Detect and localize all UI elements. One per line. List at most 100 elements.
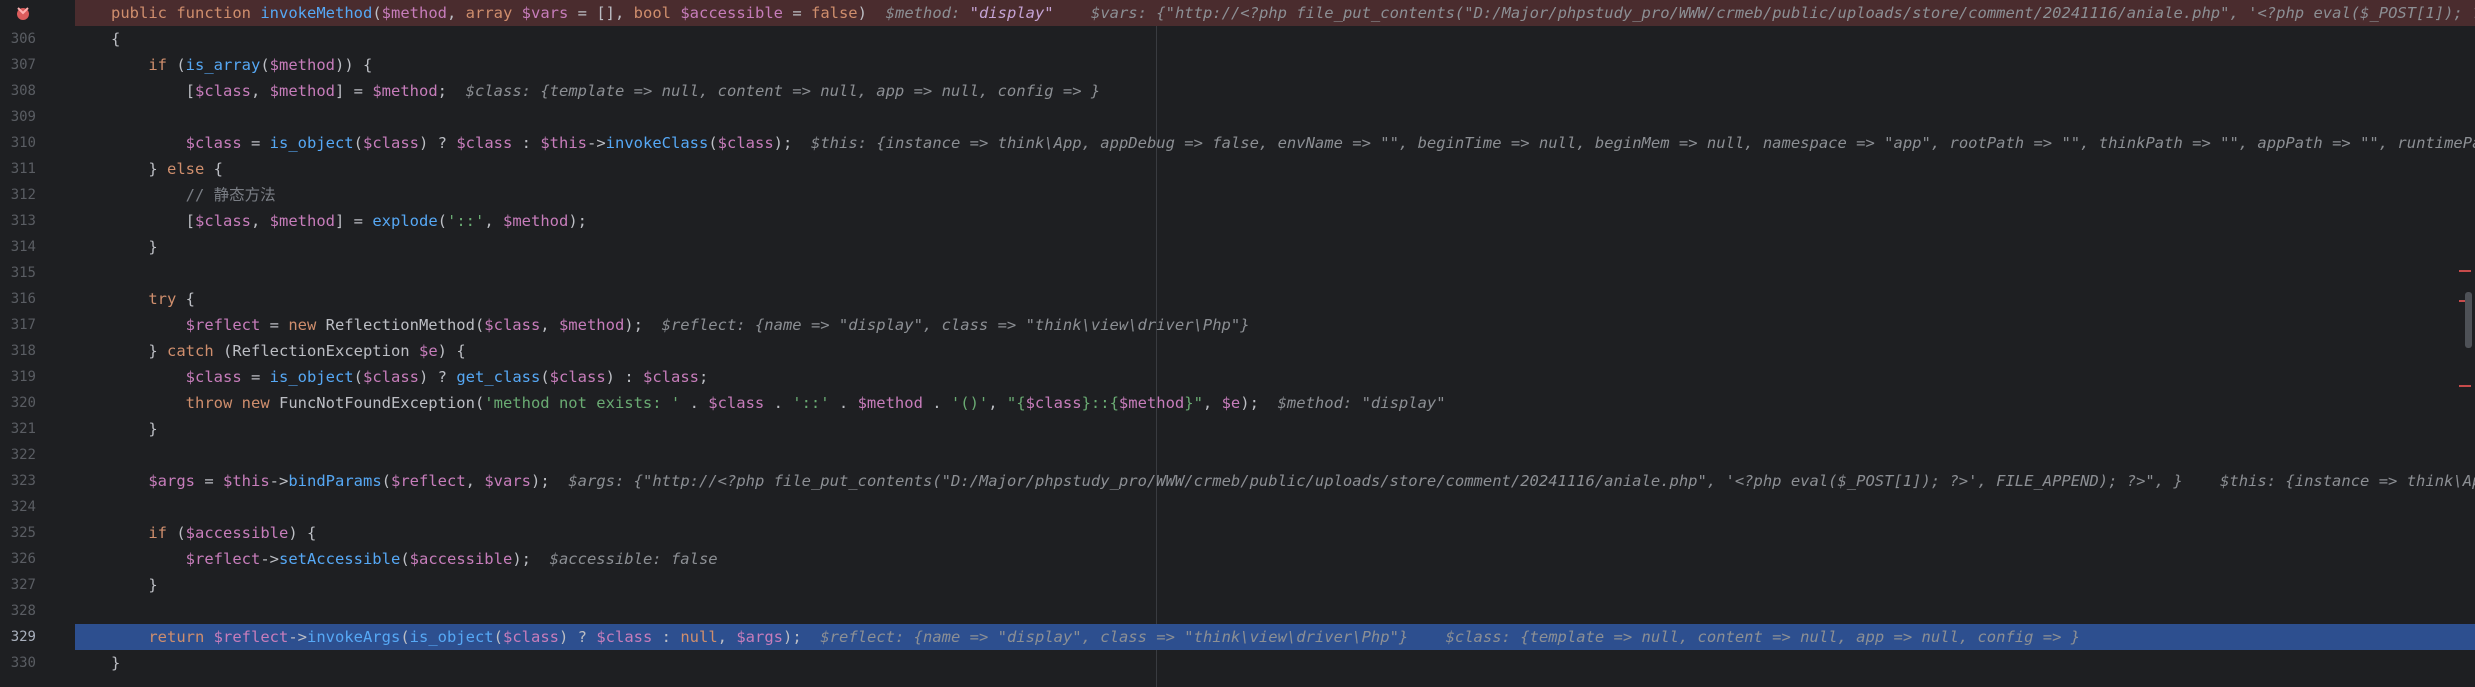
code-token: =	[241, 368, 270, 386]
breakpoint-line[interactable]: public function invokeMethod($method, ar…	[75, 0, 2475, 26]
code-line[interactable]	[75, 104, 2475, 130]
line-number[interactable]: 323	[0, 468, 36, 494]
code-editor[interactable]: 306 307 308 309 310 311 312 313 314 315 316 317 318 3…	[0, 0, 2475, 687]
line-number[interactable]: 309	[0, 104, 36, 130]
line-number[interactable]: 311	[0, 156, 36, 182]
error-stripe-mark[interactable]	[2459, 270, 2471, 272]
code-line[interactable]: }	[75, 650, 2475, 676]
code-line[interactable]: // 静态方法	[75, 182, 2475, 208]
line-number[interactable]: 307	[0, 52, 36, 78]
line-number[interactable]: 318	[0, 338, 36, 364]
code-line[interactable]: $reflect = new ReflectionMethod($class, …	[75, 312, 2475, 338]
code-line[interactable]: [$class, $method] = explode('::', $metho…	[75, 208, 2475, 234]
line-number-gutter[interactable]: 306 307 308 309 310 311 312 313 314 315 316 317 318 3…	[0, 0, 75, 687]
line-number[interactable]: 327	[0, 572, 36, 598]
code-token: $reflect	[185, 316, 261, 334]
line-number[interactable]: 314	[0, 234, 36, 260]
error-stripe-mark[interactable]	[2459, 385, 2471, 387]
code-line[interactable]: throw new FuncNotFoundException('method …	[75, 390, 2475, 416]
code-token: explode	[372, 212, 438, 230]
code-line-content: {	[75, 30, 120, 48]
code-line[interactable]	[75, 494, 2475, 520]
code-token: $method	[269, 56, 335, 74]
code-line[interactable]: if (is_array($method)) {	[75, 52, 2475, 78]
line-number[interactable]: 329	[0, 624, 36, 650]
code-line[interactable]: {	[75, 26, 2475, 52]
code-line[interactable]: }	[75, 572, 2475, 598]
line-number[interactable]: 326	[0, 546, 36, 572]
line-number[interactable]: 320	[0, 390, 36, 416]
line-number[interactable]: 330	[0, 650, 36, 676]
code-line-content: if (is_array($method)) {	[75, 56, 372, 74]
code-token: $method	[269, 212, 335, 230]
code-line-content	[75, 602, 111, 620]
line-number[interactable]: 313	[0, 208, 36, 234]
code-line[interactable]: $args = $this->bindParams($reflect, $var…	[75, 468, 2475, 494]
scrollbar-thumb[interactable]	[2465, 292, 2472, 348]
line-number[interactable]: 316	[0, 286, 36, 312]
code-token: (	[400, 628, 410, 646]
code-line[interactable]: }	[75, 234, 2475, 260]
line-number[interactable]: 319	[0, 364, 36, 390]
code-token: {	[204, 160, 223, 178]
code-area[interactable]: public function invokeMethod($method, ar…	[75, 0, 2475, 687]
line-number[interactable]: 315	[0, 260, 36, 286]
code-line[interactable]	[75, 260, 2475, 286]
code-line[interactable]: $class = is_object($class) ? $class : $t…	[75, 130, 2475, 156]
inline-debug-value: $class: {template => null, content => nu…	[447, 82, 1101, 100]
code-token: is_array	[185, 56, 261, 74]
code-token: }	[111, 238, 158, 256]
line-number[interactable]: 308	[0, 78, 36, 104]
line-number[interactable]: 317	[0, 312, 36, 338]
code-token: ) ?	[559, 628, 597, 646]
code-token: );	[783, 628, 802, 646]
code-token: ;	[699, 368, 709, 386]
code-token: 'method not exists: '	[484, 394, 681, 412]
code-token: null	[680, 628, 718, 646]
code-line[interactable]: } else {	[75, 156, 2475, 182]
code-line-content	[75, 446, 111, 464]
line-number[interactable]: 324	[0, 494, 36, 520]
line-number[interactable]: 325	[0, 520, 36, 546]
code-token: ] =	[335, 212, 373, 230]
line-number[interactable]: 322	[0, 442, 36, 468]
code-line[interactable]	[75, 598, 2475, 624]
code-line[interactable]: }	[75, 416, 2475, 442]
code-line-content: [$class, $method] = explode('::', $metho…	[75, 212, 587, 230]
breakpoint-icon[interactable]	[14, 5, 32, 21]
line-number[interactable]: 310	[0, 130, 36, 156]
code-token: bindParams	[288, 472, 382, 490]
code-line[interactable]: $reflect->setAccessible($accessible); $a…	[75, 546, 2475, 572]
code-token: );	[624, 316, 643, 334]
code-token: is_object	[409, 628, 494, 646]
code-token: else	[167, 160, 205, 178]
execution-point-line[interactable]: return $reflect->invokeArgs(is_object($c…	[75, 624, 2475, 650]
code-token: ReflectionMethod	[325, 316, 475, 334]
code-line[interactable]: $class = is_object($class) ? get_class($…	[75, 364, 2475, 390]
line-number[interactable]: 312	[0, 182, 36, 208]
code-line-content: $reflect = new ReflectionMethod($class, …	[75, 316, 1250, 334]
code-token: (	[176, 56, 186, 74]
code-token: ,	[251, 212, 270, 230]
code-line[interactable]: if ($accessible) {	[75, 520, 2475, 546]
line-number[interactable]: 321	[0, 416, 36, 442]
code-token: try	[148, 290, 177, 308]
code-token: public	[111, 4, 177, 22]
code-line[interactable]: try {	[75, 286, 2475, 312]
code-token: setAccessible	[278, 550, 401, 568]
code-token: $reflect	[213, 628, 289, 646]
code-token: invokeArgs	[306, 628, 401, 646]
code-token: (	[400, 550, 410, 568]
vertical-scrollbar[interactable]	[2459, 0, 2475, 687]
code-line[interactable]: [$class, $method] = $method; $class: {te…	[75, 78, 2475, 104]
code-line[interactable]: } catch (ReflectionException $e) {	[75, 338, 2475, 364]
code-token: get_class	[456, 368, 541, 386]
code-token: function	[176, 4, 261, 22]
line-number[interactable]: 306	[0, 26, 36, 52]
code-token: (	[474, 316, 485, 334]
code-line[interactable]	[75, 442, 2475, 468]
line-number[interactable]: 328	[0, 598, 36, 624]
code-token: =	[260, 316, 289, 334]
